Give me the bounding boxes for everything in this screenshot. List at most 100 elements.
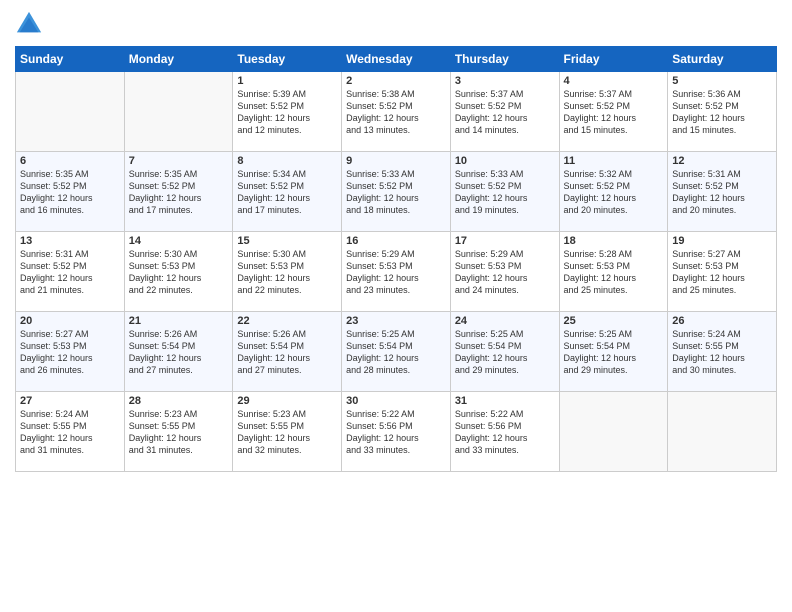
day-cell: 5Sunrise: 5:36 AM Sunset: 5:52 PM Daylig… — [668, 72, 777, 152]
day-cell: 7Sunrise: 5:35 AM Sunset: 5:52 PM Daylig… — [124, 152, 233, 232]
day-cell: 6Sunrise: 5:35 AM Sunset: 5:52 PM Daylig… — [16, 152, 125, 232]
day-number: 17 — [455, 235, 555, 247]
day-info: Sunrise: 5:24 AM Sunset: 5:55 PM Dayligh… — [20, 408, 120, 457]
day-cell — [668, 392, 777, 472]
day-number: 14 — [129, 235, 229, 247]
day-info: Sunrise: 5:25 AM Sunset: 5:54 PM Dayligh… — [455, 328, 555, 377]
day-info: Sunrise: 5:28 AM Sunset: 5:53 PM Dayligh… — [564, 248, 664, 297]
day-header-wednesday: Wednesday — [342, 47, 451, 72]
day-cell: 28Sunrise: 5:23 AM Sunset: 5:55 PM Dayli… — [124, 392, 233, 472]
day-number: 4 — [564, 75, 664, 87]
day-header-thursday: Thursday — [450, 47, 559, 72]
day-number: 9 — [346, 155, 446, 167]
day-info: Sunrise: 5:39 AM Sunset: 5:52 PM Dayligh… — [237, 88, 337, 137]
day-info: Sunrise: 5:30 AM Sunset: 5:53 PM Dayligh… — [237, 248, 337, 297]
day-cell: 2Sunrise: 5:38 AM Sunset: 5:52 PM Daylig… — [342, 72, 451, 152]
day-cell: 1Sunrise: 5:39 AM Sunset: 5:52 PM Daylig… — [233, 72, 342, 152]
header-row: SundayMondayTuesdayWednesdayThursdayFrid… — [16, 47, 777, 72]
week-row-1: 6Sunrise: 5:35 AM Sunset: 5:52 PM Daylig… — [16, 152, 777, 232]
day-info: Sunrise: 5:29 AM Sunset: 5:53 PM Dayligh… — [346, 248, 446, 297]
day-cell: 21Sunrise: 5:26 AM Sunset: 5:54 PM Dayli… — [124, 312, 233, 392]
day-cell: 24Sunrise: 5:25 AM Sunset: 5:54 PM Dayli… — [450, 312, 559, 392]
page-container: SundayMondayTuesdayWednesdayThursdayFrid… — [0, 0, 792, 477]
week-row-0: 1Sunrise: 5:39 AM Sunset: 5:52 PM Daylig… — [16, 72, 777, 152]
day-number: 19 — [672, 235, 772, 247]
day-number: 5 — [672, 75, 772, 87]
day-cell: 26Sunrise: 5:24 AM Sunset: 5:55 PM Dayli… — [668, 312, 777, 392]
day-number: 16 — [346, 235, 446, 247]
day-cell: 18Sunrise: 5:28 AM Sunset: 5:53 PM Dayli… — [559, 232, 668, 312]
day-info: Sunrise: 5:34 AM Sunset: 5:52 PM Dayligh… — [237, 168, 337, 217]
day-info: Sunrise: 5:22 AM Sunset: 5:56 PM Dayligh… — [346, 408, 446, 457]
day-number: 29 — [237, 395, 337, 407]
week-row-3: 20Sunrise: 5:27 AM Sunset: 5:53 PM Dayli… — [16, 312, 777, 392]
day-number: 1 — [237, 75, 337, 87]
day-info: Sunrise: 5:25 AM Sunset: 5:54 PM Dayligh… — [564, 328, 664, 377]
day-number: 10 — [455, 155, 555, 167]
day-info: Sunrise: 5:33 AM Sunset: 5:52 PM Dayligh… — [346, 168, 446, 217]
day-number: 11 — [564, 155, 664, 167]
day-number: 3 — [455, 75, 555, 87]
day-number: 7 — [129, 155, 229, 167]
day-number: 15 — [237, 235, 337, 247]
day-info: Sunrise: 5:31 AM Sunset: 5:52 PM Dayligh… — [672, 168, 772, 217]
day-cell: 11Sunrise: 5:32 AM Sunset: 5:52 PM Dayli… — [559, 152, 668, 232]
day-number: 12 — [672, 155, 772, 167]
day-info: Sunrise: 5:38 AM Sunset: 5:52 PM Dayligh… — [346, 88, 446, 137]
day-cell: 23Sunrise: 5:25 AM Sunset: 5:54 PM Dayli… — [342, 312, 451, 392]
day-number: 6 — [20, 155, 120, 167]
day-info: Sunrise: 5:23 AM Sunset: 5:55 PM Dayligh… — [237, 408, 337, 457]
day-number: 22 — [237, 315, 337, 327]
day-cell: 27Sunrise: 5:24 AM Sunset: 5:55 PM Dayli… — [16, 392, 125, 472]
day-info: Sunrise: 5:27 AM Sunset: 5:53 PM Dayligh… — [672, 248, 772, 297]
day-cell: 16Sunrise: 5:29 AM Sunset: 5:53 PM Dayli… — [342, 232, 451, 312]
day-info: Sunrise: 5:32 AM Sunset: 5:52 PM Dayligh… — [564, 168, 664, 217]
day-info: Sunrise: 5:24 AM Sunset: 5:55 PM Dayligh… — [672, 328, 772, 377]
week-row-2: 13Sunrise: 5:31 AM Sunset: 5:52 PM Dayli… — [16, 232, 777, 312]
day-header-tuesday: Tuesday — [233, 47, 342, 72]
day-cell: 22Sunrise: 5:26 AM Sunset: 5:54 PM Dayli… — [233, 312, 342, 392]
day-number: 31 — [455, 395, 555, 407]
day-number: 24 — [455, 315, 555, 327]
day-cell: 8Sunrise: 5:34 AM Sunset: 5:52 PM Daylig… — [233, 152, 342, 232]
day-cell: 19Sunrise: 5:27 AM Sunset: 5:53 PM Dayli… — [668, 232, 777, 312]
day-info: Sunrise: 5:27 AM Sunset: 5:53 PM Dayligh… — [20, 328, 120, 377]
day-number: 21 — [129, 315, 229, 327]
day-info: Sunrise: 5:35 AM Sunset: 5:52 PM Dayligh… — [20, 168, 120, 217]
day-cell: 15Sunrise: 5:30 AM Sunset: 5:53 PM Dayli… — [233, 232, 342, 312]
day-number: 23 — [346, 315, 446, 327]
day-number: 28 — [129, 395, 229, 407]
day-cell: 29Sunrise: 5:23 AM Sunset: 5:55 PM Dayli… — [233, 392, 342, 472]
day-header-friday: Friday — [559, 47, 668, 72]
day-number: 2 — [346, 75, 446, 87]
day-info: Sunrise: 5:22 AM Sunset: 5:56 PM Dayligh… — [455, 408, 555, 457]
day-info: Sunrise: 5:37 AM Sunset: 5:52 PM Dayligh… — [455, 88, 555, 137]
day-cell: 17Sunrise: 5:29 AM Sunset: 5:53 PM Dayli… — [450, 232, 559, 312]
day-info: Sunrise: 5:36 AM Sunset: 5:52 PM Dayligh… — [672, 88, 772, 137]
header — [15, 10, 777, 38]
day-header-monday: Monday — [124, 47, 233, 72]
day-header-saturday: Saturday — [668, 47, 777, 72]
day-cell: 3Sunrise: 5:37 AM Sunset: 5:52 PM Daylig… — [450, 72, 559, 152]
day-number: 13 — [20, 235, 120, 247]
day-number: 27 — [20, 395, 120, 407]
day-info: Sunrise: 5:35 AM Sunset: 5:52 PM Dayligh… — [129, 168, 229, 217]
day-number: 30 — [346, 395, 446, 407]
day-number: 18 — [564, 235, 664, 247]
day-cell — [559, 392, 668, 472]
day-cell: 9Sunrise: 5:33 AM Sunset: 5:52 PM Daylig… — [342, 152, 451, 232]
day-cell: 20Sunrise: 5:27 AM Sunset: 5:53 PM Dayli… — [16, 312, 125, 392]
day-info: Sunrise: 5:26 AM Sunset: 5:54 PM Dayligh… — [129, 328, 229, 377]
week-row-4: 27Sunrise: 5:24 AM Sunset: 5:55 PM Dayli… — [16, 392, 777, 472]
day-cell: 12Sunrise: 5:31 AM Sunset: 5:52 PM Dayli… — [668, 152, 777, 232]
day-info: Sunrise: 5:30 AM Sunset: 5:53 PM Dayligh… — [129, 248, 229, 297]
day-header-sunday: Sunday — [16, 47, 125, 72]
day-cell: 31Sunrise: 5:22 AM Sunset: 5:56 PM Dayli… — [450, 392, 559, 472]
day-info: Sunrise: 5:29 AM Sunset: 5:53 PM Dayligh… — [455, 248, 555, 297]
day-info: Sunrise: 5:25 AM Sunset: 5:54 PM Dayligh… — [346, 328, 446, 377]
day-info: Sunrise: 5:26 AM Sunset: 5:54 PM Dayligh… — [237, 328, 337, 377]
day-cell: 4Sunrise: 5:37 AM Sunset: 5:52 PM Daylig… — [559, 72, 668, 152]
day-number: 25 — [564, 315, 664, 327]
day-info: Sunrise: 5:33 AM Sunset: 5:52 PM Dayligh… — [455, 168, 555, 217]
logo — [15, 10, 47, 38]
